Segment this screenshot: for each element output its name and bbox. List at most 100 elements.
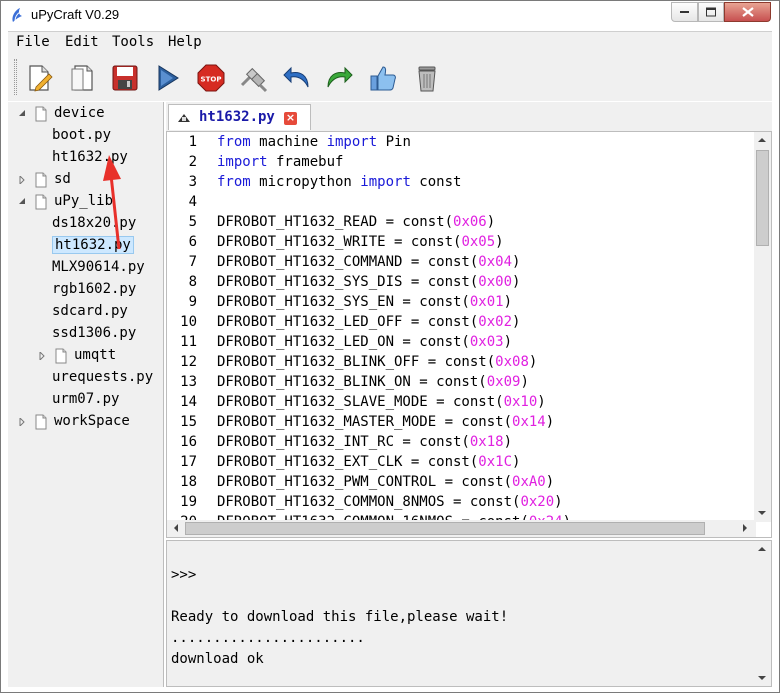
scroll-down-icon[interactable] [758, 509, 766, 517]
code-token: DFROBOT_HT1632_INT_RC = const( [217, 434, 470, 450]
trash-icon[interactable] [412, 63, 442, 93]
editor-vertical-scrollbar[interactable] [754, 132, 771, 522]
tree-item-label: sdcard.py [52, 303, 128, 319]
tree-item[interactable]: boot.py [8, 126, 164, 146]
code-token: framebuf [267, 154, 344, 170]
stop-icon[interactable]: STOP [196, 63, 226, 93]
tab-close-button[interactable]: × [284, 112, 297, 125]
code-editor[interactable]: 1234567891011121314151617181920 from mac… [166, 131, 772, 538]
svg-text:STOP: STOP [201, 76, 222, 84]
code-line: import framebuf [217, 154, 343, 170]
tab-ht1632[interactable]: ht1632.py × [168, 104, 311, 130]
code-token: DFROBOT_HT1632_COMMON_8NMOS = const( [217, 494, 521, 510]
menu-edit[interactable]: Edit [65, 34, 99, 50]
console-scroll-up-icon[interactable] [758, 545, 766, 553]
scroll-left-icon[interactable] [172, 524, 180, 532]
undo-icon[interactable] [282, 63, 312, 93]
console-pane[interactable]: >>> Ready to download this file,please wa… [166, 540, 772, 687]
toolbar: STOP [8, 53, 772, 101]
tree-item[interactable]: sdcard.py [8, 302, 164, 322]
tree-item[interactable]: workSpace [8, 412, 164, 432]
close-window-button[interactable] [724, 2, 771, 22]
code-line: DFROBOT_HT1632_COMMAND = const(0x04) [217, 254, 520, 270]
number-token: 0x02 [478, 314, 513, 330]
tree-item[interactable]: uPy_lib [8, 192, 164, 212]
expanded-arrow-icon[interactable] [18, 198, 26, 206]
line-number: 4 [188, 194, 197, 210]
editor-horizontal-scrollbar[interactable] [167, 520, 756, 537]
editor-horizontal-scroll-thumb[interactable] [185, 522, 705, 535]
folder-icon [35, 106, 47, 122]
maximize-button[interactable] [698, 2, 724, 22]
tree-item-label: umqtt [74, 347, 117, 363]
tree-item[interactable]: sd [8, 170, 164, 190]
connect-icon[interactable] [238, 63, 268, 93]
new-file-icon[interactable] [24, 63, 54, 93]
open-file-icon[interactable] [68, 63, 98, 93]
code-line: DFROBOT_HT1632_INT_RC = const(0x18) [217, 434, 512, 450]
collapsed-arrow-icon[interactable] [18, 176, 26, 184]
menu-help[interactable]: Help [168, 34, 202, 50]
annotation-arrow-icon [103, 155, 121, 250]
line-number: 7 [188, 254, 197, 270]
scroll-right-icon[interactable] [741, 524, 749, 532]
tree-item[interactable]: ds18x20.py [8, 214, 164, 234]
tree-item[interactable]: ht1632.py [8, 148, 164, 168]
number-token: 0x14 [512, 414, 546, 430]
code-line: DFROBOT_HT1632_BLINK_ON = const(0x09) [217, 374, 529, 390]
code-token: ) [545, 474, 555, 490]
code-line: from machine import Pin [217, 134, 411, 150]
code-line: DFROBOT_HT1632_WRITE = const(0x05) [217, 234, 504, 250]
minimize-icon [679, 11, 689, 13]
number-token: 0x1C [478, 454, 513, 470]
editor-pane: ht1632.py × 1 2 3 4 5 6 7 8 9 10 11 12 13 14 15 16 17 18 1… [166, 102, 772, 538]
tree-item[interactable]: urm07.py [8, 390, 164, 410]
number-token: 0x03 [469, 334, 504, 350]
collapsed-arrow-icon[interactable] [18, 418, 26, 426]
menu-tools[interactable]: Tools [112, 34, 154, 50]
line-number: 11 [180, 334, 197, 350]
minimize-button[interactable] [671, 2, 698, 22]
tree-item[interactable]: urequests.py [8, 368, 164, 388]
code-token: const [410, 174, 462, 190]
code-token: DFROBOT_HT1632_COMMAND = const( [217, 254, 479, 270]
line-number: 12 [180, 354, 197, 370]
code-token: ) [503, 434, 513, 450]
expanded-arrow-icon[interactable] [18, 110, 26, 118]
run-icon[interactable] [152, 63, 182, 93]
number-token: 0x18 [469, 434, 504, 450]
number-token: 0x06 [453, 214, 487, 230]
line-number: 13 [180, 374, 197, 390]
tree-item[interactable]: device [8, 104, 164, 124]
console-vertical-scrollbar[interactable] [754, 541, 771, 686]
line-number: 19 [180, 494, 197, 510]
file-tree: device boot.py ht1632.py sd uPy_lib ds18x20.p… [8, 102, 164, 687]
tree-item-label: rgb1602.py [52, 281, 137, 297]
tree-item[interactable]: umqtt [8, 346, 164, 366]
keyword-token: import [217, 154, 268, 170]
redo-icon[interactable] [324, 63, 354, 93]
code-token: ) [554, 494, 563, 510]
code-token: ) [537, 394, 546, 410]
save-icon[interactable] [110, 63, 140, 93]
tree-item[interactable]: rgb1602.py [8, 280, 164, 300]
code-token: ) [512, 454, 521, 470]
code-token: DFROBOT_HT1632_BLINK_ON = const( [217, 374, 487, 390]
tree-item[interactable]: MLX90614.py [8, 258, 164, 278]
menu-file[interactable]: File [16, 34, 50, 50]
code-line: DFROBOT_HT1632_SLAVE_MODE = const(0x10) [217, 394, 546, 410]
code-token: ) [512, 254, 521, 270]
title-bar: uPyCraft V0.29 [1, 1, 779, 30]
console-scroll-down-icon[interactable] [758, 674, 766, 682]
tree-item-label: workSpace [54, 413, 130, 429]
tree-item[interactable]: ht1632.py [8, 236, 164, 256]
tree-item[interactable]: ssd1306.py [8, 324, 164, 344]
app-window: uPyCraft V0.29 File Edit Tools Help STOP… [0, 0, 780, 693]
code-token: DFROBOT_HT1632_SLAVE_MODE = const( [217, 394, 504, 410]
collapsed-arrow-icon[interactable] [38, 352, 46, 360]
code-token: DFROBOT_HT1632_EXT_CLK = const( [217, 454, 479, 470]
keyword-token: from [217, 134, 251, 150]
thumbs-up-icon[interactable] [368, 63, 398, 93]
editor-vertical-scroll-thumb[interactable] [756, 150, 769, 246]
scroll-up-icon[interactable] [758, 136, 766, 144]
